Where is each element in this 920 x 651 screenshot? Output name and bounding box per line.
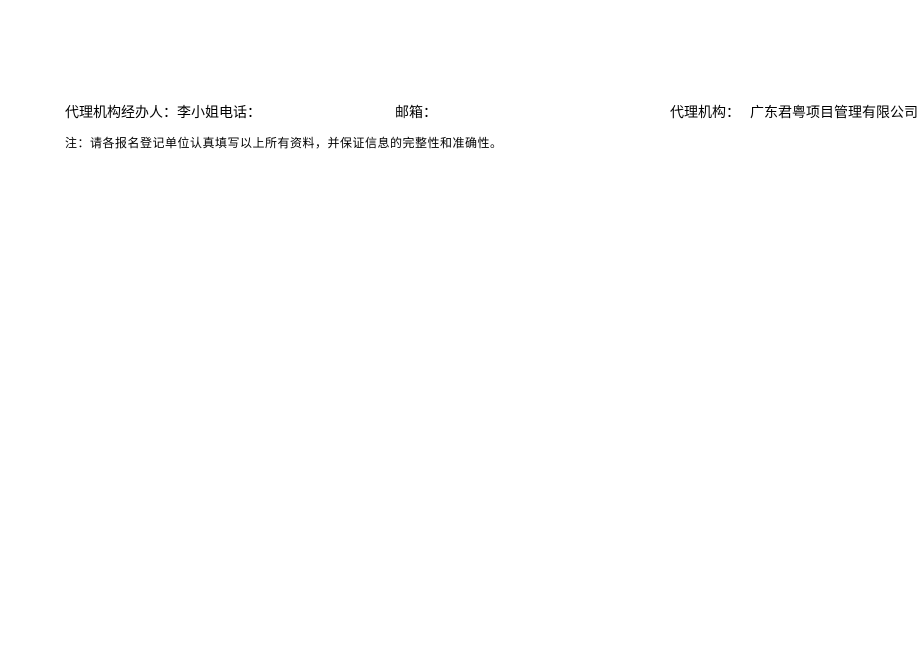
note-label: 注： bbox=[65, 136, 90, 150]
handler-name: 李小姐 bbox=[177, 106, 219, 121]
agency-label: 代理机构： bbox=[670, 102, 750, 122]
handler-segment: 代理机构经办人：李小姐电话： bbox=[65, 102, 265, 122]
note-text: 请各报名登记单位认真填写以上所有资料，并保证信息的完整性和准确性。 bbox=[90, 136, 503, 150]
document-content: 代理机构经办人：李小姐电话：邮箱：代理机构：广东君粤项目管理有限公司 注：请各报… bbox=[65, 102, 890, 151]
handler-label: 代理机构经办人： bbox=[65, 106, 177, 121]
note-line: 注：请各报名登记单位认真填写以上所有资料，并保证信息的完整性和准确性。 bbox=[65, 134, 890, 151]
agency-name: 广东君粤项目管理有限公司 bbox=[750, 102, 918, 122]
phone-label: 电话： bbox=[219, 106, 261, 121]
contact-info-line: 代理机构经办人：李小姐电话：邮箱：代理机构：广东君粤项目管理有限公司 bbox=[65, 102, 890, 122]
email-label: 邮箱： bbox=[395, 102, 445, 122]
